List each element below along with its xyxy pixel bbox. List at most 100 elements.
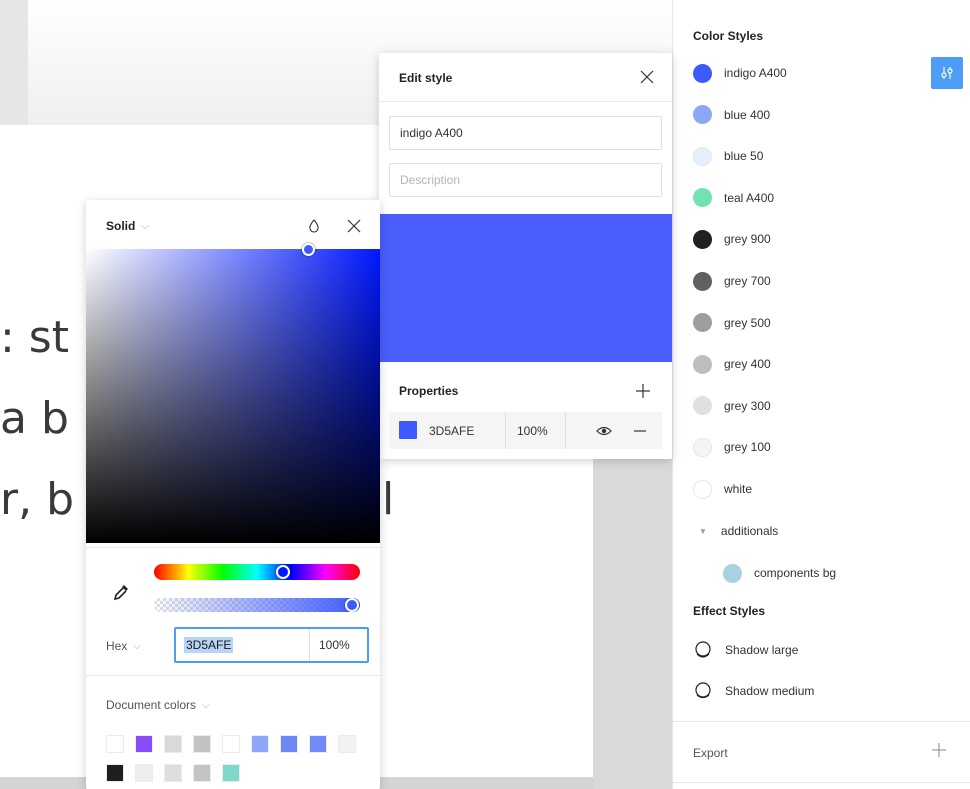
fill-color-swatch[interactable] (399, 421, 417, 439)
panel-divider (673, 782, 970, 783)
color-styles-title: Color Styles (693, 29, 764, 43)
eyedropper-button[interactable] (110, 581, 132, 603)
hex-opacity-input[interactable]: 100% (319, 638, 350, 652)
color-style-name: components bg (754, 566, 837, 580)
document-color-swatch[interactable] (106, 764, 124, 782)
fill-type-dropdown[interactable]: Solid ⌵ (106, 219, 149, 233)
opacity-slider[interactable] (154, 598, 360, 612)
color-style-item[interactable]: teal A400 (693, 183, 774, 213)
drop-icon (309, 219, 319, 233)
color-swatch (693, 479, 712, 499)
document-color-swatch[interactable] (164, 764, 182, 782)
picker-divider (86, 675, 380, 676)
chevron-down-icon: ⌵ (141, 220, 149, 232)
opacity-handle[interactable] (345, 598, 359, 612)
fill-property-row[interactable]: 3D5AFE 100% (389, 412, 662, 449)
hue-handle[interactable] (276, 565, 290, 579)
plus-icon (636, 384, 650, 398)
color-style-name: teal A400 (724, 190, 775, 205)
color-swatch (693, 396, 712, 416)
document-color-swatch[interactable] (222, 764, 240, 782)
color-handle[interactable] (302, 243, 315, 256)
document-color-swatch[interactable] (309, 735, 327, 753)
modal-title: Edit style (399, 71, 453, 85)
saturation-value-area[interactable] (86, 243, 380, 543)
color-style-item[interactable]: blue 50 (693, 141, 763, 171)
effect-style-name: Shadow medium (725, 684, 815, 698)
close-picker-button[interactable] (344, 216, 364, 236)
document-colors-label: Document colors (106, 698, 197, 712)
style-settings-button[interactable] (931, 57, 963, 89)
document-color-swatch[interactable] (135, 764, 153, 782)
visibility-toggle[interactable] (595, 422, 613, 440)
export-section-title: Export (693, 746, 728, 760)
document-color-swatch[interactable] (193, 764, 211, 782)
hex-input[interactable]: 3D5AFE (184, 637, 234, 653)
color-swatch (693, 354, 712, 374)
color-style-name: grey 500 (724, 315, 771, 330)
document-color-swatch[interactable] (280, 735, 298, 753)
close-button[interactable] (637, 67, 657, 87)
caret-down-icon: ▼ (699, 526, 707, 536)
canvas-text-line: l (382, 474, 395, 525)
color-format-label: Hex (106, 639, 128, 653)
shadow-effect-icon (695, 641, 711, 658)
color-style-item[interactable]: grey 400 (693, 349, 771, 379)
document-color-swatch[interactable] (251, 735, 269, 753)
document-color-swatch[interactable] (222, 735, 240, 753)
close-icon (640, 70, 654, 84)
add-property-button[interactable] (633, 381, 653, 401)
color-style-item[interactable]: white (693, 474, 752, 504)
plus-icon (932, 743, 946, 757)
color-style-name: grey 400 (724, 357, 771, 372)
style-name-input[interactable]: indigo A400 (389, 116, 662, 150)
effect-style-name: Shadow large (725, 643, 799, 657)
color-style-name: grey 300 (724, 398, 771, 413)
chevron-down-icon: ⌵ (202, 699, 210, 711)
style-group-label: additionals (720, 524, 779, 538)
color-style-components-bg[interactable]: components bg (723, 558, 836, 588)
fill-type-label: Solid (106, 219, 136, 233)
canvas-text-line: r, b (0, 474, 74, 525)
color-swatch (693, 146, 712, 166)
panel-divider (673, 721, 970, 722)
document-color-swatch[interactable] (106, 735, 124, 753)
color-style-item[interactable]: grey 300 (693, 391, 771, 421)
style-group-additionals[interactable]: ▼ additionals (699, 516, 778, 546)
color-preview (379, 214, 672, 362)
fill-opacity-value[interactable]: 100% (517, 424, 548, 438)
color-style-item[interactable]: grey 900 (693, 224, 771, 254)
chevron-down-icon: ⌵ (133, 640, 141, 652)
document-color-swatch[interactable] (164, 735, 182, 753)
color-style-item[interactable]: grey 100 (693, 432, 771, 462)
blend-mode-button[interactable] (306, 218, 322, 234)
effect-style-shadow-large[interactable]: Shadow large (693, 635, 798, 665)
document-color-swatch[interactable] (338, 735, 356, 753)
eyedropper-icon (113, 585, 128, 601)
color-style-name: blue 50 (724, 149, 764, 164)
color-style-name: blue 400 (724, 107, 771, 122)
hex-input-group: 3D5AFE 100% (174, 627, 369, 663)
color-style-item[interactable]: indigo A400 (693, 58, 787, 88)
remove-fill-button[interactable] (631, 422, 649, 440)
fill-hex-value[interactable]: 3D5AFE (429, 424, 474, 438)
color-swatch (693, 229, 712, 249)
document-colors-dropdown[interactable]: Document colors ⌵ (106, 698, 210, 712)
add-export-button[interactable] (929, 740, 949, 760)
document-color-swatch[interactable] (193, 735, 211, 753)
color-style-item[interactable]: grey 500 (693, 308, 771, 338)
color-format-dropdown[interactable]: Hex ⌵ (106, 639, 141, 653)
color-style-name: grey 700 (724, 274, 771, 288)
color-style-item[interactable]: grey 700 (693, 266, 771, 296)
close-icon (347, 219, 361, 233)
style-description-input[interactable]: Description (389, 163, 662, 197)
styles-panel: Color Styles indigo A400 blue 400 blue 50 t… (672, 0, 970, 789)
color-style-item[interactable]: blue 400 (693, 100, 770, 130)
effect-style-shadow-medium[interactable]: Shadow medium (693, 676, 814, 706)
minus-icon (634, 430, 646, 432)
effect-styles-title: Effect Styles (693, 604, 766, 618)
hue-slider[interactable] (154, 564, 360, 580)
color-swatch (693, 188, 712, 208)
document-color-swatch[interactable] (135, 735, 153, 753)
color-style-name: indigo A400 (724, 66, 787, 80)
